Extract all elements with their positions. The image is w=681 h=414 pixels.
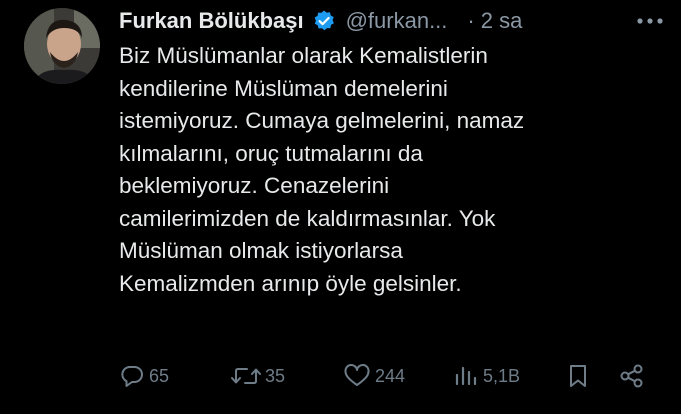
reply-count: 65	[149, 365, 170, 386]
like-count: 244	[375, 365, 406, 386]
action-bar: 65 35 244 5,1B	[0, 358, 681, 394]
bookmark-button[interactable]	[566, 358, 590, 394]
author-display-name[interactable]: Furkan Bölükbaşı	[119, 8, 304, 34]
timestamp[interactable]: 2 sa	[481, 8, 523, 34]
reply-icon	[118, 362, 146, 390]
views-count: 5,1B	[483, 365, 521, 386]
tweet-text-line: istemiyoruz. Cumaya gelmelerini, namaz	[119, 108, 525, 133]
verified-badge-icon[interactable]	[312, 9, 336, 33]
tweet[interactable]: Furkan Bölükbaşı @furkan... · 2 sa Biz M…	[0, 0, 681, 414]
views-icon	[452, 362, 480, 390]
tweet-header: Furkan Bölükbaşı @furkan... · 2 sa	[119, 6, 522, 36]
more-options-icon[interactable]	[633, 10, 667, 32]
like-icon	[342, 362, 372, 390]
tweet-text: Biz Müslümanlar olarak Kemalistlerin ken…	[119, 40, 669, 300]
author-handle[interactable]: @furkan...	[346, 8, 448, 34]
retweet-icon	[230, 362, 262, 390]
header-separator: ·	[467, 8, 475, 33]
reply-button[interactable]: 65	[118, 358, 169, 394]
tweet-text-line: beklemiyoruz. Cenazelerini	[119, 173, 390, 198]
tweet-text-line: kılmalarını, oruç tutmalarını da	[119, 140, 423, 166]
tweet-text-line: camilerimizden de kaldırmasınlar. Yok	[119, 205, 496, 231]
retweet-count: 35	[265, 365, 286, 386]
like-button[interactable]: 244	[342, 358, 405, 394]
share-icon	[618, 362, 646, 390]
share-button[interactable]	[618, 358, 646, 394]
avatar[interactable]	[24, 8, 100, 84]
bookmark-icon	[566, 362, 590, 390]
tweet-text-line: Kemalizmden arınıp öyle gelsinler.	[119, 270, 462, 296]
views-button[interactable]: 5,1B	[452, 358, 520, 394]
tweet-text-line: Biz Müslümanlar olarak Kemalistlerin	[119, 43, 488, 68]
tweet-text-line: kendilerine Müslüman demelerini	[119, 75, 448, 101]
retweet-button[interactable]: 35	[230, 358, 285, 394]
tweet-text-line: Müslüman olmak istiyorlarsa	[119, 238, 403, 263]
